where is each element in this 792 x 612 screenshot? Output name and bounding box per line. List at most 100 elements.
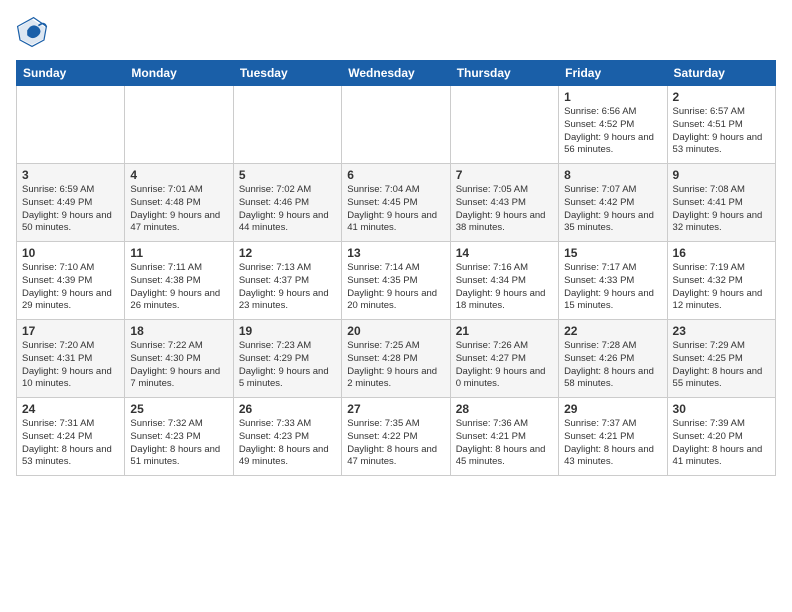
calendar-cell: 10 Sunrise: 7:10 AM Sunset: 4:39 PM Dayli…	[17, 242, 125, 320]
day-number: 20	[347, 324, 444, 338]
day-info: Sunrise: 6:57 AM Sunset: 4:51 PM Dayligh…	[673, 106, 770, 157]
day-number: 5	[239, 168, 336, 182]
calendar-header-row: SundayMondayTuesdayWednesdayThursdayFrid…	[17, 61, 776, 86]
day-info: Sunrise: 7:39 AM Sunset: 4:20 PM Dayligh…	[673, 418, 770, 469]
day-info: Sunrise: 7:07 AM Sunset: 4:42 PM Dayligh…	[564, 184, 661, 235]
calendar-cell	[450, 86, 558, 164]
calendar-cell: 22 Sunrise: 7:28 AM Sunset: 4:26 PM Dayli…	[559, 320, 667, 398]
calendar-week-row: 17Sunrise: 7:20 AM Sunset: 4:31 PM Dayli…	[17, 320, 776, 398]
day-number: 29	[564, 402, 661, 416]
calendar-cell: 15 Sunrise: 7:17 AM Sunset: 4:33 PM Dayli…	[559, 242, 667, 320]
calendar-week-row: 10 Sunrise: 7:10 AM Sunset: 4:39 PM Dayli…	[17, 242, 776, 320]
calendar-cell: 3 Sunrise: 6:59 AM Sunset: 4:49 PM Daylig…	[17, 164, 125, 242]
calendar-cell: 23 Sunrise: 7:29 AM Sunset: 4:25 PM Dayli…	[667, 320, 775, 398]
calendar-cell: 26 Sunrise: 7:33 AM Sunset: 4:23 PM Dayli…	[233, 398, 341, 476]
day-number: 6	[347, 168, 444, 182]
day-info: Sunrise: 7:33 AM Sunset: 4:23 PM Dayligh…	[239, 418, 336, 469]
calendar-cell: 29 Sunrise: 7:37 AM Sunset: 4:21 PM Dayli…	[559, 398, 667, 476]
calendar-cell: 25 Sunrise: 7:32 AM Sunset: 4:23 PM Dayli…	[125, 398, 233, 476]
day-info: Sunrise: 7:23 AM Sunset: 4:29 PM Dayligh…	[239, 340, 336, 391]
calendar-cell: 14Sunrise: 7:16 AM Sunset: 4:34 PM Dayli…	[450, 242, 558, 320]
calendar-cell: 17Sunrise: 7:20 AM Sunset: 4:31 PM Dayli…	[17, 320, 125, 398]
day-number: 30	[673, 402, 770, 416]
day-info: Sunrise: 7:05 AM Sunset: 4:43 PM Dayligh…	[456, 184, 553, 235]
calendar-cell: 7 Sunrise: 7:05 AM Sunset: 4:43 PM Daylig…	[450, 164, 558, 242]
day-number: 27	[347, 402, 444, 416]
page-header	[16, 16, 776, 48]
calendar-cell	[233, 86, 341, 164]
day-info: Sunrise: 7:32 AM Sunset: 4:23 PM Dayligh…	[130, 418, 227, 469]
day-info: Sunrise: 7:28 AM Sunset: 4:26 PM Dayligh…	[564, 340, 661, 391]
day-info: Sunrise: 7:37 AM Sunset: 4:21 PM Dayligh…	[564, 418, 661, 469]
calendar-cell: 12Sunrise: 7:13 AM Sunset: 4:37 PM Dayli…	[233, 242, 341, 320]
day-info: Sunrise: 7:19 AM Sunset: 4:32 PM Dayligh…	[673, 262, 770, 313]
day-number: 21	[456, 324, 553, 338]
day-info: Sunrise: 7:25 AM Sunset: 4:28 PM Dayligh…	[347, 340, 444, 391]
calendar-cell: 9Sunrise: 7:08 AM Sunset: 4:41 PM Daylig…	[667, 164, 775, 242]
day-number: 28	[456, 402, 553, 416]
calendar-cell: 4Sunrise: 7:01 AM Sunset: 4:48 PM Daylig…	[125, 164, 233, 242]
day-info: Sunrise: 7:11 AM Sunset: 4:38 PM Dayligh…	[130, 262, 227, 313]
calendar-cell	[125, 86, 233, 164]
day-number: 16	[673, 246, 770, 260]
day-number: 1	[564, 90, 661, 104]
day-info: Sunrise: 6:59 AM Sunset: 4:49 PM Dayligh…	[22, 184, 119, 235]
day-info: Sunrise: 7:22 AM Sunset: 4:30 PM Dayligh…	[130, 340, 227, 391]
calendar-cell: 11 Sunrise: 7:11 AM Sunset: 4:38 PM Dayli…	[125, 242, 233, 320]
day-number: 15	[564, 246, 661, 260]
day-info: Sunrise: 7:36 AM Sunset: 4:21 PM Dayligh…	[456, 418, 553, 469]
day-info: Sunrise: 7:35 AM Sunset: 4:22 PM Dayligh…	[347, 418, 444, 469]
weekday-header: Friday	[559, 61, 667, 86]
calendar-cell: 19 Sunrise: 7:23 AM Sunset: 4:29 PM Dayli…	[233, 320, 341, 398]
day-info: Sunrise: 7:29 AM Sunset: 4:25 PM Dayligh…	[673, 340, 770, 391]
calendar-cell: 30 Sunrise: 7:39 AM Sunset: 4:20 PM Dayli…	[667, 398, 775, 476]
day-number: 2	[673, 90, 770, 104]
day-number: 4	[130, 168, 227, 182]
day-info: Sunrise: 6:56 AM Sunset: 4:52 PM Dayligh…	[564, 106, 661, 157]
day-info: Sunrise: 7:10 AM Sunset: 4:39 PM Dayligh…	[22, 262, 119, 313]
day-info: Sunrise: 7:26 AM Sunset: 4:27 PM Dayligh…	[456, 340, 553, 391]
calendar-cell: 20 Sunrise: 7:25 AM Sunset: 4:28 PM Dayli…	[342, 320, 450, 398]
day-number: 10	[22, 246, 119, 260]
day-number: 17	[22, 324, 119, 338]
day-number: 25	[130, 402, 227, 416]
calendar-cell	[17, 86, 125, 164]
calendar-cell: 28 Sunrise: 7:36 AM Sunset: 4:21 PM Dayli…	[450, 398, 558, 476]
calendar-cell: 1 Sunrise: 6:56 AM Sunset: 4:52 PM Daylig…	[559, 86, 667, 164]
day-number: 24	[22, 402, 119, 416]
logo	[16, 16, 52, 48]
weekday-header: Thursday	[450, 61, 558, 86]
day-number: 7	[456, 168, 553, 182]
calendar-week-row: 3 Sunrise: 6:59 AM Sunset: 4:49 PM Daylig…	[17, 164, 776, 242]
day-number: 18	[130, 324, 227, 338]
calendar-cell: 5 Sunrise: 7:02 AM Sunset: 4:46 PM Daylig…	[233, 164, 341, 242]
calendar-cell: 27 Sunrise: 7:35 AM Sunset: 4:22 PM Dayli…	[342, 398, 450, 476]
day-number: 9	[673, 168, 770, 182]
day-info: Sunrise: 7:13 AM Sunset: 4:37 PM Dayligh…	[239, 262, 336, 313]
calendar-cell: 21 Sunrise: 7:26 AM Sunset: 4:27 PM Dayli…	[450, 320, 558, 398]
weekday-header: Sunday	[17, 61, 125, 86]
calendar-cell: 13 Sunrise: 7:14 AM Sunset: 4:35 PM Dayli…	[342, 242, 450, 320]
page-container: SundayMondayTuesdayWednesdayThursdayFrid…	[0, 0, 792, 484]
calendar-week-row: 1 Sunrise: 6:56 AM Sunset: 4:52 PM Daylig…	[17, 86, 776, 164]
weekday-header: Saturday	[667, 61, 775, 86]
day-info: Sunrise: 7:16 AM Sunset: 4:34 PM Dayligh…	[456, 262, 553, 313]
logo-icon	[16, 16, 48, 48]
day-number: 26	[239, 402, 336, 416]
day-info: Sunrise: 7:14 AM Sunset: 4:35 PM Dayligh…	[347, 262, 444, 313]
day-number: 22	[564, 324, 661, 338]
calendar-cell: 6Sunrise: 7:04 AM Sunset: 4:45 PM Daylig…	[342, 164, 450, 242]
day-number: 3	[22, 168, 119, 182]
calendar-table: SundayMondayTuesdayWednesdayThursdayFrid…	[16, 60, 776, 476]
day-number: 11	[130, 246, 227, 260]
day-number: 13	[347, 246, 444, 260]
calendar-cell: 8 Sunrise: 7:07 AM Sunset: 4:42 PM Daylig…	[559, 164, 667, 242]
day-info: Sunrise: 7:02 AM Sunset: 4:46 PM Dayligh…	[239, 184, 336, 235]
day-number: 8	[564, 168, 661, 182]
day-number: 19	[239, 324, 336, 338]
day-number: 23	[673, 324, 770, 338]
calendar-week-row: 24Sunrise: 7:31 AM Sunset: 4:24 PM Dayli…	[17, 398, 776, 476]
calendar-cell: 16 Sunrise: 7:19 AM Sunset: 4:32 PM Dayli…	[667, 242, 775, 320]
calendar-cell: 24Sunrise: 7:31 AM Sunset: 4:24 PM Dayli…	[17, 398, 125, 476]
day-info: Sunrise: 7:17 AM Sunset: 4:33 PM Dayligh…	[564, 262, 661, 313]
